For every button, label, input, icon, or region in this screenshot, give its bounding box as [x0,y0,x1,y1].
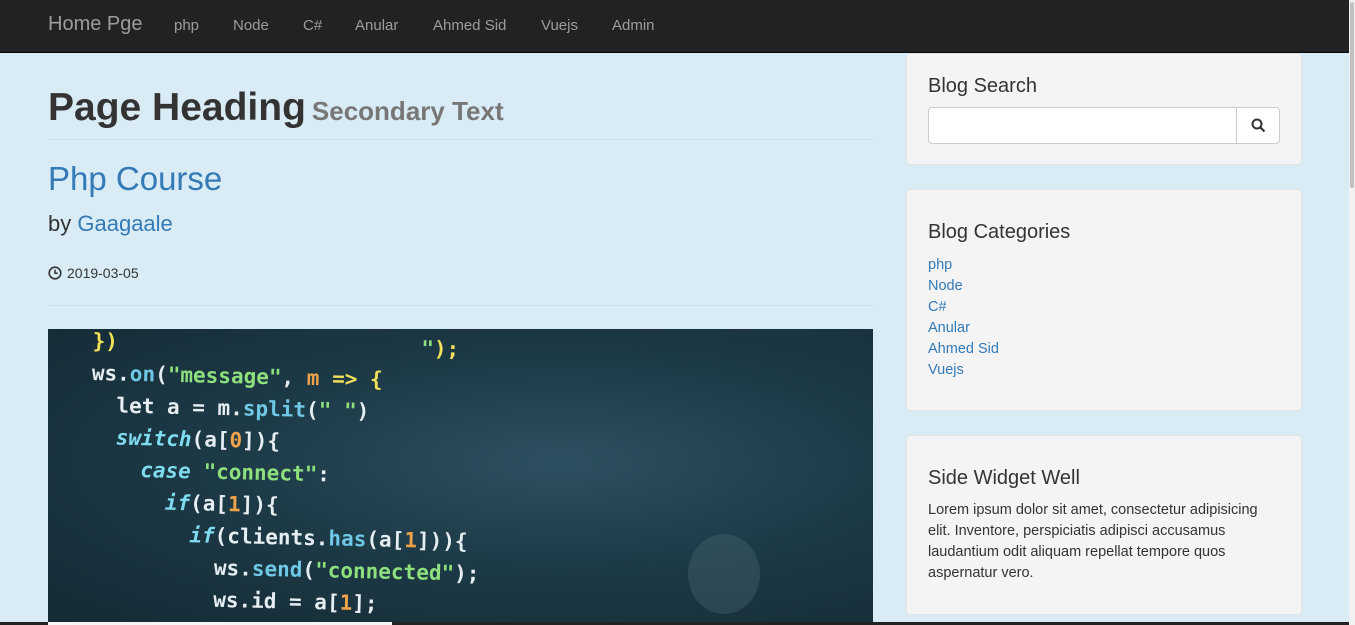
nav-item-anular[interactable]: Anular [355,17,398,34]
scrollbar-thumb[interactable] [1350,2,1354,188]
blog-search-well: Blog Search [906,53,1302,165]
side-widget-title: Side Widget Well [928,467,1080,489]
category-php[interactable]: php [928,255,999,276]
divider [48,139,873,140]
post-date: 2019-03-05 [48,265,139,281]
search-icon [1251,118,1265,133]
category-anular[interactable]: Anular [928,318,999,339]
top-navbar: Home Pge php Node C# Anular Ahmed Sid Vu… [0,0,1349,53]
side-widget-text: Lorem ipsum dolor sit amet, consectetur … [928,502,1258,581]
post-by-label: by [48,211,72,236]
image-bokeh [688,534,760,614]
page-scrollbar[interactable] [1349,0,1355,625]
side-widget-well: Side Widget Well Lorem ipsum dolor sit a… [906,435,1302,615]
clock-icon [48,266,62,280]
page-heading-secondary: Secondary Text [311,96,504,126]
blog-categories-title: Blog Categories [928,221,1071,243]
page-heading-text: Page Heading [48,86,306,129]
search-input[interactable] [928,107,1237,144]
category-vuejs[interactable]: Vuejs [928,360,999,381]
blog-search-title: Blog Search [928,75,1037,97]
nav-item-vuejs[interactable]: Vuejs [541,17,578,34]
page-heading: Page Heading Secondary Text [48,86,504,130]
blog-categories-well: Blog Categories php Node C# Anular Ahmed… [906,189,1302,411]
category-ahmed-sid[interactable]: Ahmed Sid [928,339,999,360]
categories-list: php Node C# Anular Ahmed Sid Vuejs [928,255,999,381]
search-button[interactable] [1236,107,1280,144]
divider [48,305,873,306]
nav-item-ahmed-sid[interactable]: Ahmed Sid [433,17,506,34]
post-author-link[interactable]: Gaagaale [77,211,172,236]
post-author: by Gaagaale [48,211,173,237]
post-date-text: 2019-03-05 [67,265,139,281]
category-csharp[interactable]: C# [928,297,999,318]
navbar-brand[interactable]: Home Pge [48,13,143,36]
nav-item-php[interactable]: php [174,17,199,34]
post-title-link[interactable]: Php Course [48,160,222,198]
nav-item-csharp[interactable]: C# [303,17,322,34]
nav-item-node[interactable]: Node [233,17,269,34]
category-node[interactable]: Node [928,276,999,297]
post-image: }) "); ws.on("message", m => { let a = m… [48,329,873,625]
code-picture: }) "); ws.on("message", m => { let a = m… [86,329,480,625]
nav-item-admin[interactable]: Admin [612,17,655,34]
